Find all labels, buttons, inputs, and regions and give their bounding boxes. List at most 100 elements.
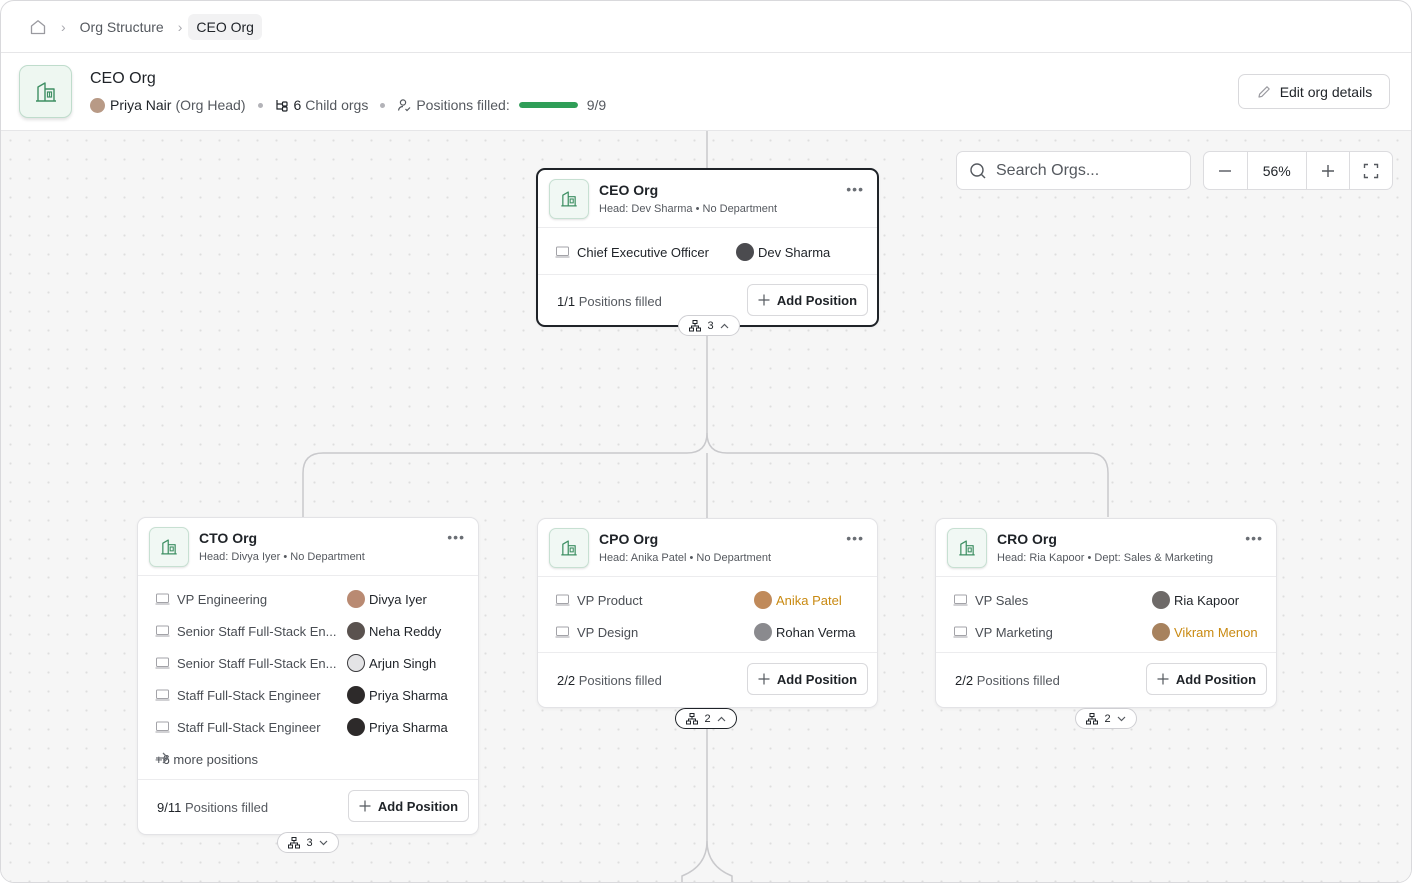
- add-position-button[interactable]: Add Position: [348, 790, 469, 822]
- org-card-ceo[interactable]: CEO Org Head: Dev Sharma • No Department…: [536, 168, 879, 336]
- position-row[interactable]: VP Marketing Vikram Menon: [936, 616, 1276, 648]
- avatar: [347, 622, 365, 640]
- hierarchy-icon: [1086, 712, 1099, 724]
- position-row[interactable]: Senior Staff Full-Stack En... Neha Reddy: [138, 615, 478, 647]
- position-person[interactable]: Priya Sharma: [369, 720, 448, 735]
- children-count: 2: [1104, 712, 1111, 725]
- position-row[interactable]: Senior Staff Full-Stack En... Arjun Sing…: [138, 647, 478, 679]
- position-row[interactable]: Staff Full-Stack Engineer Priya Sharma: [138, 679, 478, 711]
- avatar: [347, 686, 365, 704]
- fullscreen-button[interactable]: [1349, 152, 1392, 189]
- arrow-right-icon: [155, 751, 461, 768]
- hierarchy-icon: [689, 319, 702, 331]
- positions-progress-bar: [518, 102, 578, 108]
- zoom-out-button[interactable]: [1204, 152, 1247, 189]
- position-person[interactable]: Arjun Singh: [369, 656, 436, 671]
- children-toggle[interactable]: 3: [678, 315, 740, 336]
- laptop-icon: [155, 625, 170, 640]
- position-person[interactable]: Vikram Menon: [1174, 625, 1258, 640]
- position-person[interactable]: Divya Iyer: [369, 592, 427, 607]
- building-icon: [549, 528, 589, 568]
- positions-list: Chief Executive Officer Dev Sharma: [538, 228, 877, 275]
- org-head-name[interactable]: Priya Nair: [110, 97, 171, 113]
- laptop-icon: [555, 246, 570, 261]
- add-position-label: Add Position: [377, 798, 459, 814]
- building-icon: [19, 65, 72, 118]
- zoom-in-button[interactable]: [1307, 152, 1350, 189]
- children-count: 3: [306, 836, 313, 849]
- hierarchy-icon: [288, 836, 301, 848]
- laptop-icon: [953, 594, 968, 609]
- org-card-cro[interactable]: CRO Org Head: Ria Kapoor • Dept: Sales &…: [935, 518, 1277, 708]
- chevron-right-icon: ›: [177, 18, 183, 35]
- org-card-title: CEO Org: [599, 182, 659, 198]
- avatar: [90, 97, 105, 113]
- breadcrumb: › Org Structure › CEO Org: [1, 1, 1411, 53]
- home-icon[interactable]: [29, 18, 47, 36]
- position-person[interactable]: Rohan Verma: [776, 625, 856, 640]
- position-row[interactable]: Staff Full-Stack Engineer Priya Sharma: [138, 711, 478, 743]
- children-toggle[interactable]: 2: [675, 708, 737, 729]
- position-person[interactable]: Neha Reddy: [369, 624, 441, 639]
- more-icon[interactable]: •••: [846, 181, 864, 197]
- position-row[interactable]: VP Design Rohan Verma: [538, 616, 877, 648]
- avatar: [754, 591, 772, 609]
- org-card-cto[interactable]: CTO Org Head: Divya Iyer • No Department…: [137, 517, 479, 853]
- pencil-icon: [1256, 84, 1272, 100]
- children-toggle[interactable]: 3: [277, 832, 339, 853]
- laptop-icon: [555, 594, 570, 609]
- more-icon[interactable]: •••: [846, 530, 864, 546]
- org-card-cpo[interactable]: CPO Org Head: Anika Patel • No Departmen…: [537, 518, 878, 708]
- building-icon: [549, 179, 589, 219]
- child-orgs-icon: [275, 98, 289, 112]
- positions-filled: 2/2 Positions filled: [557, 673, 662, 688]
- org-card-footer: 2/2 Positions filled Add Position: [936, 653, 1276, 707]
- position-row[interactable]: VP Sales Ria Kapoor: [936, 584, 1276, 616]
- add-position-button[interactable]: Add Position: [747, 663, 868, 695]
- position-row[interactable]: Chief Executive Officer Dev Sharma: [538, 236, 877, 268]
- plus-icon: [758, 294, 770, 306]
- minus-icon: [1219, 169, 1232, 172]
- position-row[interactable]: VP Product Anika Patel: [538, 584, 877, 616]
- position-title: VP Product: [577, 593, 643, 608]
- org-meta: Priya Nair (Org Head) 6 Child orgs Posit…: [90, 97, 606, 113]
- add-position-button[interactable]: Add Position: [1146, 663, 1267, 695]
- child-orgs-label: Child orgs: [305, 97, 369, 113]
- position-person[interactable]: Priya Sharma: [369, 688, 448, 703]
- org-card-subtitle: Head: Dev Sharma • No Department: [599, 203, 778, 215]
- avatar: [754, 623, 772, 641]
- org-card-subtitle: Head: Divya Iyer • No Department: [199, 551, 365, 563]
- more-positions-link[interactable]: +6 more positions: [138, 743, 478, 775]
- search-orgs[interactable]: [956, 151, 1191, 190]
- more-icon[interactable]: •••: [447, 529, 465, 545]
- position-title: Staff Full-Stack Engineer: [177, 688, 321, 703]
- add-position-button[interactable]: Add Position: [747, 284, 868, 316]
- laptop-icon: [155, 689, 170, 704]
- child-orgs-count: 6: [293, 97, 302, 113]
- separator-dot: [380, 102, 386, 108]
- position-title: Staff Full-Stack Engineer: [177, 720, 321, 735]
- position-person[interactable]: Anika Patel: [776, 593, 842, 608]
- positions-list: VP Product Anika Patel VP Design Rohan V…: [538, 577, 877, 653]
- page-title: CEO Org: [90, 70, 156, 87]
- plus-icon: [359, 800, 371, 812]
- position-row[interactable]: VP Engineering Divya Iyer: [138, 583, 478, 615]
- org-card-header: CPO Org Head: Anika Patel • No Departmen…: [538, 519, 877, 577]
- zoom-controls: 56%: [1203, 151, 1393, 190]
- breadcrumb-org-structure[interactable]: Org Structure: [80, 19, 164, 35]
- position-title: VP Design: [577, 625, 639, 640]
- add-position-label: Add Position: [1175, 671, 1257, 687]
- positions-list: VP Engineering Divya Iyer Senior Staff F…: [138, 576, 478, 780]
- search-input[interactable]: [996, 161, 1176, 180]
- more-icon[interactable]: •••: [1245, 530, 1263, 546]
- edit-org-details-button[interactable]: Edit org details: [1238, 74, 1390, 109]
- children-toggle[interactable]: 2: [1075, 708, 1137, 729]
- position-person[interactable]: Ria Kapoor: [1174, 593, 1239, 608]
- org-chart-canvas[interactable]: 56% CEO Org Head: Dev Sharma • No Depart…: [1, 131, 1411, 882]
- org-card-footer: 9/11 Positions filled Add Position: [138, 780, 478, 834]
- plus-icon: [1157, 673, 1169, 685]
- position-title: Senior Staff Full-Stack En...: [177, 656, 337, 671]
- position-person[interactable]: Dev Sharma: [758, 245, 830, 260]
- separator-dot: [257, 102, 263, 108]
- positions-filled: 9/11 Positions filled: [157, 800, 269, 815]
